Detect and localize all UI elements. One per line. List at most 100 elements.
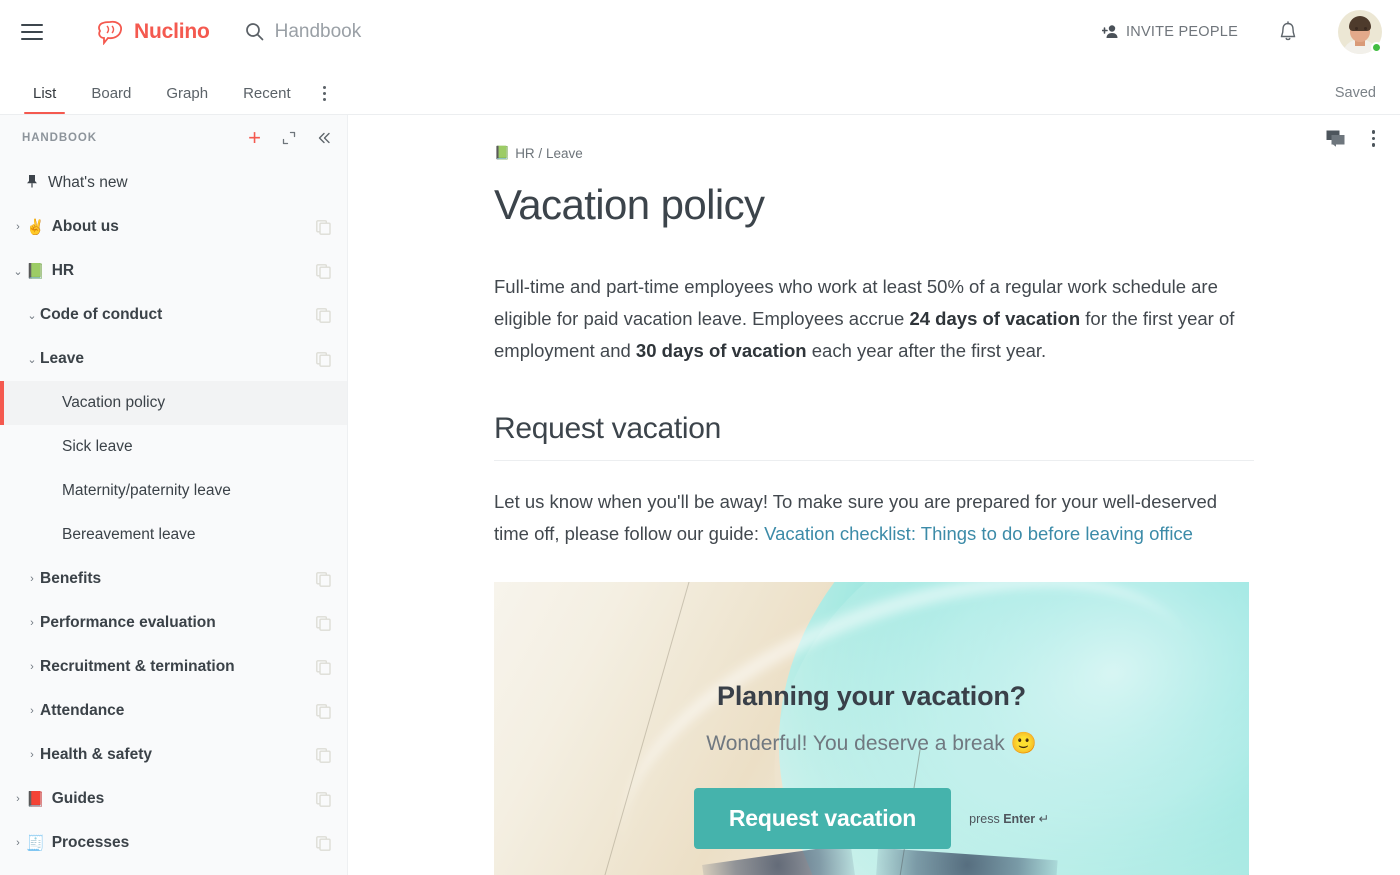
sidebar: HANDBOOK + ›: [0, 115, 348, 875]
sidebar-item-vacation-policy[interactable]: Vacation policy: [0, 381, 347, 425]
collapse-sidebar-icon[interactable]: [317, 131, 331, 145]
duplicate-page-icon[interactable]: [316, 263, 331, 279]
chevron-down-icon[interactable]: ⌄: [26, 353, 38, 366]
tab-more-icon[interactable]: [317, 86, 332, 114]
breadcrumb[interactable]: 📗 HR / Leave: [494, 145, 1259, 161]
search-input[interactable]: Handbook: [245, 20, 362, 43]
peace-hand-emoji-icon: ✌️: [26, 218, 45, 236]
sidebar-item-label: Vacation policy: [62, 394, 166, 411]
chevron-right-icon[interactable]: ›: [26, 573, 38, 585]
sidebar-title: HANDBOOK: [22, 132, 97, 144]
duplicate-page-icon[interactable]: [316, 351, 331, 367]
duplicate-page-icon[interactable]: [316, 747, 331, 763]
sidebar-item-code-of-conduct[interactable]: ⌄ Code of conduct: [0, 293, 347, 337]
sidebar-item-recruitment-termination[interactable]: › Recruitment & termination: [0, 645, 347, 689]
duplicate-page-icon[interactable]: [316, 307, 331, 323]
avatar[interactable]: [1338, 9, 1382, 54]
sidebar-item-label: Guides: [51, 790, 105, 807]
green-book-emoji-icon: 📗: [26, 262, 45, 280]
intro-part-3: each year after the first year.: [806, 340, 1047, 361]
sidebar-item-guides[interactable]: › 📕 Guides: [0, 777, 347, 821]
embed-subheading: Wonderful! You deserve a break 🙂: [706, 732, 1037, 755]
chevron-down-icon[interactable]: ⌄: [12, 265, 24, 278]
chevron-right-icon[interactable]: ›: [12, 837, 24, 849]
document-body: 📗 HR / Leave Vacation policy Full-time a…: [349, 115, 1259, 875]
intro-paragraph: Full-time and part-time employees who wo…: [494, 271, 1254, 367]
document-toolbar: [1326, 127, 1379, 150]
duplicate-page-icon[interactable]: [316, 835, 331, 851]
sidebar-item-health-safety[interactable]: › Health & safety: [0, 733, 347, 777]
top-bar: Nuclino Handbook INVITE PEOPLE: [0, 0, 1400, 63]
save-status: Saved: [1334, 85, 1376, 101]
duplicate-page-icon[interactable]: [316, 219, 331, 235]
invite-people-button[interactable]: INVITE PEOPLE: [1101, 24, 1238, 40]
intro-bold-2: 30 days of vacation: [635, 340, 807, 361]
bell-icon[interactable]: [1278, 20, 1298, 43]
duplicate-page-icon[interactable]: [316, 571, 331, 587]
green-book-emoji-icon: 📗: [494, 145, 511, 160]
sidebar-item-label: Leave: [40, 350, 84, 367]
chevron-right-icon[interactable]: ›: [26, 661, 38, 673]
chevron-right-icon[interactable]: ›: [26, 749, 38, 761]
embed-heading: Planning your vacation?: [717, 681, 1026, 711]
request-vacation-button[interactable]: Request vacation: [693, 788, 952, 849]
sidebar-item-leave[interactable]: ⌄ Leave: [0, 337, 347, 381]
duplicate-page-icon[interactable]: [316, 703, 331, 719]
sidebar-item-label: Health & safety: [40, 746, 152, 763]
duplicate-page-icon[interactable]: [316, 659, 331, 675]
duplicate-page-icon[interactable]: [316, 615, 331, 631]
document-content: 📗 HR / Leave Vacation policy Full-time a…: [349, 115, 1400, 875]
pin-icon: [26, 174, 39, 193]
section-heading-request-vacation: Request vacation: [494, 412, 1254, 461]
sidebar-item-maternity-paternity-leave[interactable]: Maternity/paternity leave: [0, 469, 347, 513]
press-enter-hint: press Enter ↵: [969, 811, 1049, 826]
chevron-right-icon[interactable]: ›: [12, 793, 24, 805]
closed-book-emoji-icon: 📕: [26, 790, 45, 808]
hint-suffix: ↵: [1035, 812, 1050, 826]
sidebar-item-label: Benefits: [40, 570, 102, 587]
chevron-right-icon[interactable]: ›: [26, 705, 38, 717]
tab-recent[interactable]: Recent: [234, 85, 300, 114]
person-add-icon: [1101, 24, 1119, 39]
sidebar-item-about-us[interactable]: › ✌️ About us: [0, 205, 347, 249]
tab-board[interactable]: Board: [82, 85, 140, 114]
sidebar-item-label: Bereavement leave: [62, 526, 196, 543]
sidebar-header: HANDBOOK +: [0, 115, 347, 161]
chevron-right-icon[interactable]: ›: [12, 221, 24, 233]
embed-action-row: Request vacation press Enter ↵: [693, 788, 1049, 849]
chevron-right-icon[interactable]: ›: [26, 617, 38, 629]
search-value: Handbook: [274, 20, 362, 42]
sidebar-item-label: Recruitment & termination: [40, 658, 235, 675]
sidebar-item-whats-new[interactable]: › What's new: [0, 161, 347, 205]
duplicate-page-icon[interactable]: [316, 791, 331, 807]
hamburger-menu-icon[interactable]: [21, 23, 43, 40]
chevron-down-icon[interactable]: ⌄: [26, 309, 38, 322]
comment-icon[interactable]: [1326, 130, 1345, 147]
sidebar-item-label: Code of conduct: [40, 306, 163, 323]
sidebar-item-label: Maternity/paternity leave: [62, 482, 231, 499]
search-icon: [245, 22, 264, 41]
breadcrumb-text: HR / Leave: [515, 145, 583, 161]
sidebar-item-bereavement-leave[interactable]: Bereavement leave: [0, 513, 347, 557]
sidebar-item-hr[interactable]: ⌄ 📗 HR: [0, 249, 347, 293]
sidebar-item-label: What's new: [48, 174, 128, 191]
nuclino-brain-icon: [96, 19, 126, 46]
tab-graph[interactable]: Graph: [157, 85, 217, 114]
sidebar-actions: +: [248, 127, 331, 149]
hint-key: Enter: [1003, 812, 1036, 826]
document-more-icon[interactable]: [1369, 127, 1379, 150]
sidebar-item-label: Attendance: [40, 702, 125, 719]
sidebar-item-performance-evaluation[interactable]: › Performance evaluation: [0, 601, 347, 645]
expand-icon[interactable]: [282, 131, 296, 145]
sidebar-item-processes[interactable]: › 🧾 Processes: [0, 821, 347, 865]
sidebar-item-sick-leave[interactable]: Sick leave: [0, 425, 347, 469]
hint-prefix: press: [969, 812, 1004, 826]
sidebar-item-attendance[interactable]: › Attendance: [0, 689, 347, 733]
vacation-checklist-link[interactable]: Vacation checklist: Things to do before …: [764, 523, 1193, 544]
tab-list[interactable]: List: [24, 85, 66, 114]
online-status-indicator: [1371, 41, 1382, 53]
plus-icon[interactable]: +: [248, 127, 261, 149]
sidebar-item-label: Performance evaluation: [40, 614, 216, 631]
sidebar-item-benefits[interactable]: › Benefits: [0, 557, 347, 601]
brand-logo-group[interactable]: Nuclino: [96, 19, 210, 46]
